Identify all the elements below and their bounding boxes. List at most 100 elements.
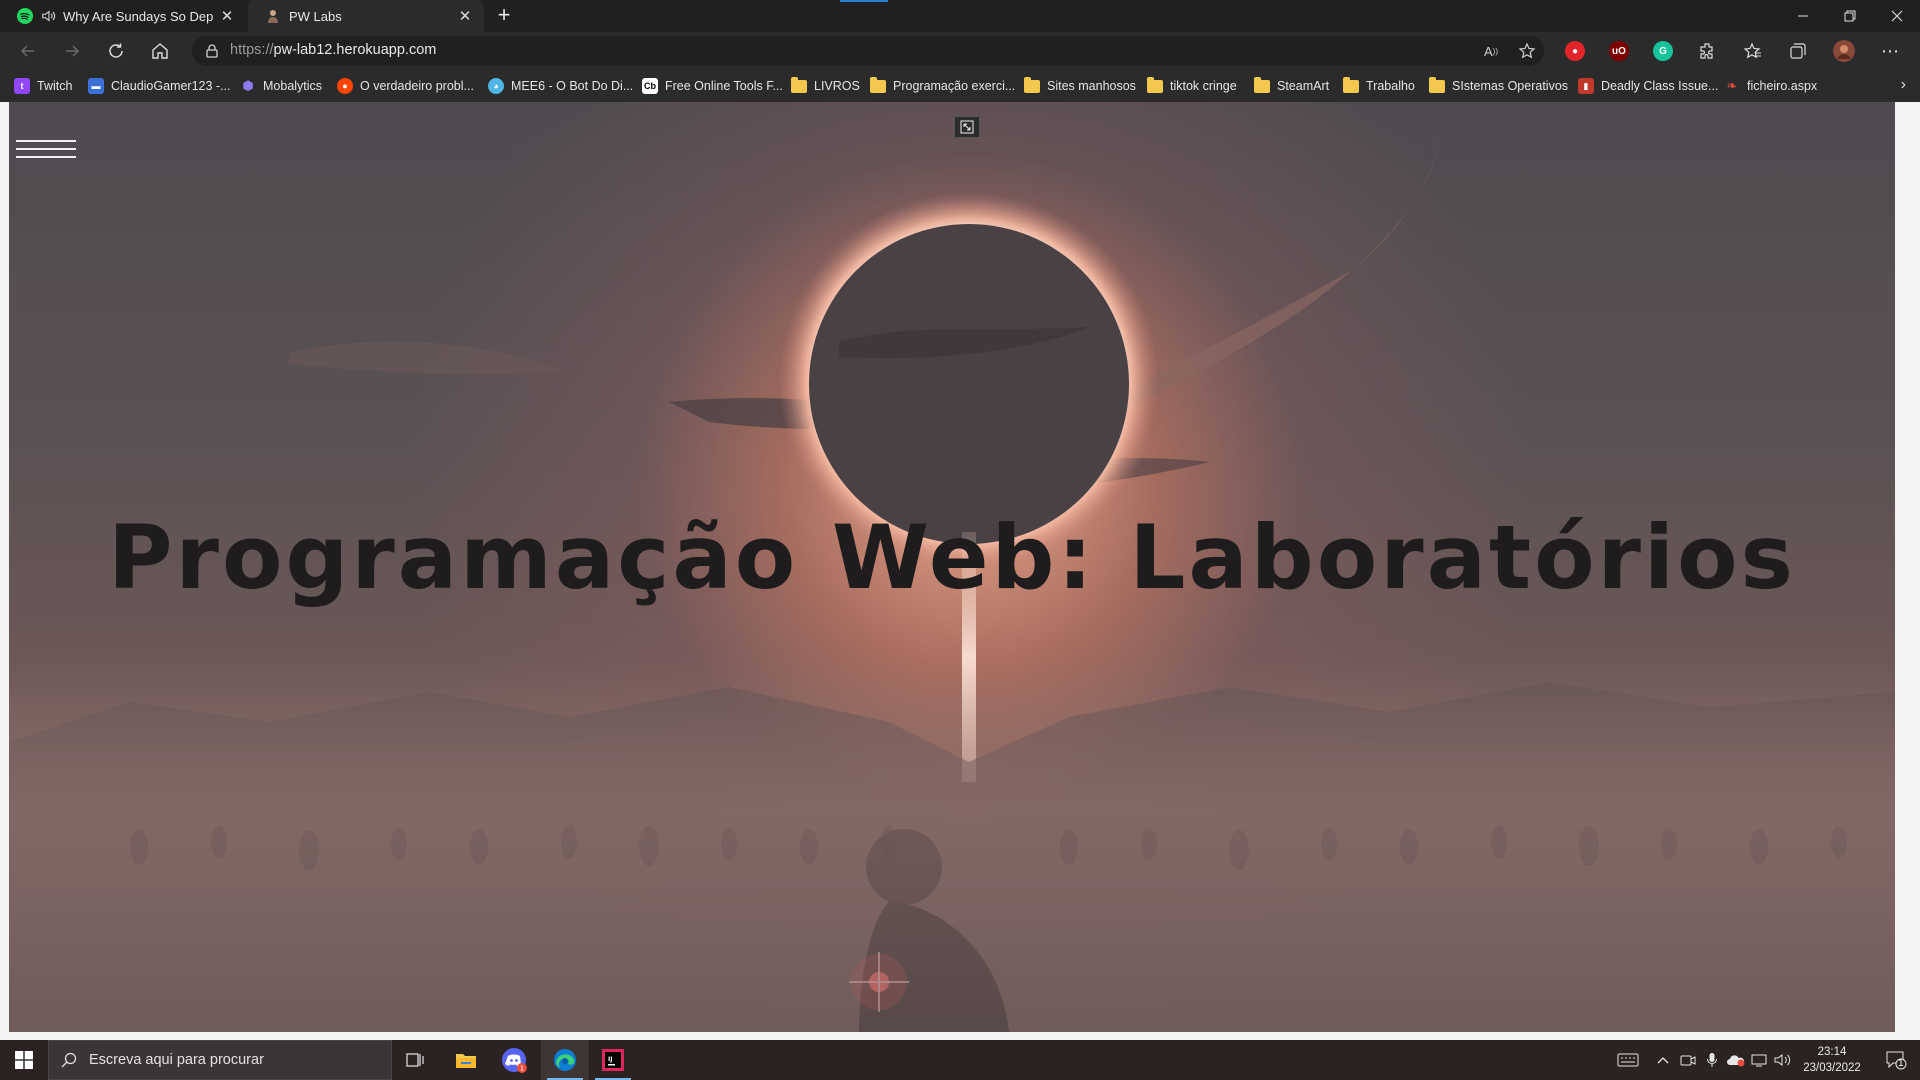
chevron-right-icon[interactable]: ›	[1901, 76, 1906, 94]
mee6-icon: ◕	[488, 78, 504, 94]
refresh-button[interactable]	[102, 37, 130, 65]
bookmark-ficheiro[interactable]: ❧ ficheiro.aspx	[1724, 77, 1818, 95]
twitch-icon: t	[14, 78, 30, 94]
url-text[interactable]: https://pw-lab12.herokuapp.com	[230, 42, 436, 58]
spotify-icon	[17, 8, 33, 24]
minimize-button[interactable]	[1780, 0, 1826, 32]
extension-red-icon[interactable]: ●	[1565, 41, 1585, 61]
new-tab-button[interactable]: +	[492, 4, 516, 28]
bookmark-folder-steamart[interactable]: SteamArt	[1254, 76, 1329, 95]
keyboard-icon[interactable]	[1610, 1040, 1646, 1080]
collections-icon[interactable]	[1784, 37, 1812, 65]
close-tab-icon[interactable]: ✕	[456, 7, 474, 25]
task-view-icon[interactable]	[391, 1040, 439, 1080]
folder-icon	[1429, 76, 1445, 93]
favorites-icon[interactable]	[1739, 37, 1767, 65]
bookmark-label: ficheiro.aspx	[1747, 79, 1818, 93]
close-window-button[interactable]	[1874, 0, 1920, 32]
page-margin-right	[1895, 102, 1920, 1032]
folder-icon	[1147, 76, 1163, 93]
notification-center-icon[interactable]: 1	[1876, 1040, 1916, 1080]
lock-icon[interactable]	[204, 43, 220, 59]
bookmark-folder-sistemas[interactable]: SIstemas Operativos	[1429, 76, 1568, 95]
bookmarks-bar: t Twitch ▬ ClaudioGamer123 -... ⬢ Mobalytic…	[0, 70, 1920, 102]
add-favorite-icon[interactable]	[1516, 41, 1538, 61]
folder-icon	[1254, 76, 1270, 93]
site-favicon	[265, 8, 281, 24]
bookmark-label: Programação exerci...	[893, 79, 1016, 93]
navigation-bar: https://pw-lab12.herokuapp.com A)) ● uO …	[0, 32, 1920, 70]
system-clock[interactable]: 23:14 23/03/2022	[1790, 1044, 1874, 1076]
page-title: Programação Web: Laboratórios	[108, 506, 1796, 609]
bookmark-folder-programacao[interactable]: Programação exerci...	[870, 76, 1016, 95]
bookmark-label: O verdadeiro probl...	[360, 79, 474, 93]
read-aloud-icon[interactable]: A))	[1480, 41, 1502, 61]
bookmark-label: Sites manhosos	[1047, 79, 1136, 93]
profile-avatar[interactable]	[1830, 37, 1858, 65]
tab-pw-labs[interactable]: PW Labs ✕	[248, 0, 484, 32]
tab-spotify[interactable]: Why Are Sundays So Depressing ✕	[0, 0, 246, 32]
ublock-icon[interactable]: uO	[1609, 41, 1629, 61]
search-placeholder: Escreva aqui para procurar	[89, 1052, 264, 1068]
bookmark-twitch[interactable]: t Twitch	[14, 77, 72, 95]
tab-strip: Why Are Sundays So Depressing ✕ PW Labs …	[0, 0, 1920, 32]
bookmark-label: Mobalytics	[263, 79, 323, 93]
onedrive-icon[interactable]	[1724, 1040, 1748, 1080]
file-explorer-icon[interactable]	[442, 1040, 490, 1080]
extensions-icon[interactable]	[1693, 37, 1721, 65]
bookmark-mee6[interactable]: ◕ MEE6 - O Bot Do Di...	[488, 77, 633, 95]
camera-icon[interactable]	[1676, 1040, 1700, 1080]
intellij-icon[interactable]: IJ	[589, 1040, 637, 1080]
page-margin-left	[0, 102, 9, 1032]
bookmark-label: tiktok cringe	[1170, 79, 1237, 93]
grammarly-icon[interactable]: G	[1653, 41, 1673, 61]
fullscreen-icon[interactable]	[954, 116, 980, 138]
shield-icon: ⬢	[242, 78, 254, 93]
tools-icon: Cb	[642, 78, 658, 94]
bookmark-folder-sites-manhosos[interactable]: Sites manhosos	[1024, 76, 1136, 95]
reddit-icon: ●	[337, 78, 353, 94]
hamburger-icon[interactable]	[16, 136, 76, 162]
speaker-icon[interactable]	[41, 8, 57, 24]
bookmark-reddit[interactable]: ● O verdadeiro probl...	[337, 77, 474, 95]
clock-time: 23:14	[1817, 1046, 1847, 1058]
folder-icon	[791, 76, 807, 93]
bookmark-free-online-tools[interactable]: Cb Free Online Tools F...	[642, 77, 783, 95]
page-viewport: Programação Web: Laboratórios	[9, 102, 1895, 1032]
svg-text:1: 1	[520, 1065, 524, 1073]
forward-button[interactable]	[58, 37, 86, 65]
bookmark-label: Twitch	[37, 79, 73, 93]
back-button[interactable]	[14, 37, 42, 65]
bookmark-claudiogamer[interactable]: ▬ ClaudioGamer123 -...	[88, 77, 231, 95]
address-bar[interactable]: https://pw-lab12.herokuapp.com A))	[192, 36, 1544, 66]
folder-icon	[1024, 76, 1040, 93]
bookmark-label: LIVROS	[814, 79, 860, 93]
restore-button[interactable]	[1827, 0, 1873, 32]
ground-haze	[9, 662, 1895, 1032]
discord-icon[interactable]: 1	[490, 1040, 538, 1080]
chevron-up-icon[interactable]	[1651, 1040, 1675, 1080]
microphone-icon[interactable]	[1700, 1040, 1724, 1080]
home-button[interactable]	[146, 37, 174, 65]
site-icon: ▬	[88, 78, 104, 94]
windows-start-icon[interactable]	[0, 1040, 48, 1080]
page-margin-bottom	[0, 1032, 1920, 1040]
clock-date: 23/03/2022	[1803, 1062, 1861, 1074]
more-menu-icon[interactable]: ⋯	[1876, 37, 1904, 65]
bookmark-mobalytics[interactable]: ⬢ Mobalytics	[240, 77, 322, 95]
url-host: pw-lab12.herokuapp.com	[273, 42, 437, 58]
bookmark-folder-livros[interactable]: LIVROS	[791, 76, 860, 95]
close-tab-icon[interactable]: ✕	[218, 7, 236, 25]
bookmark-folder-tiktok[interactable]: tiktok cringe	[1147, 76, 1237, 95]
edge-browser-icon[interactable]	[541, 1040, 589, 1080]
loading-indicator	[840, 0, 888, 2]
bookmark-deadly-class[interactable]: ▮ Deadly Class Issue...	[1578, 77, 1718, 95]
network-icon[interactable]	[1748, 1040, 1772, 1080]
svg-text:IJ: IJ	[608, 1056, 612, 1063]
tab-title: PW Labs	[289, 8, 342, 24]
folder-icon	[1343, 76, 1359, 93]
folder-icon	[870, 76, 886, 93]
bookmark-label: MEE6 - O Bot Do Di...	[511, 79, 634, 93]
bookmark-folder-trabalho[interactable]: Trabalho	[1343, 76, 1415, 95]
taskbar-search[interactable]: Escreva aqui para procurar	[48, 1040, 392, 1080]
